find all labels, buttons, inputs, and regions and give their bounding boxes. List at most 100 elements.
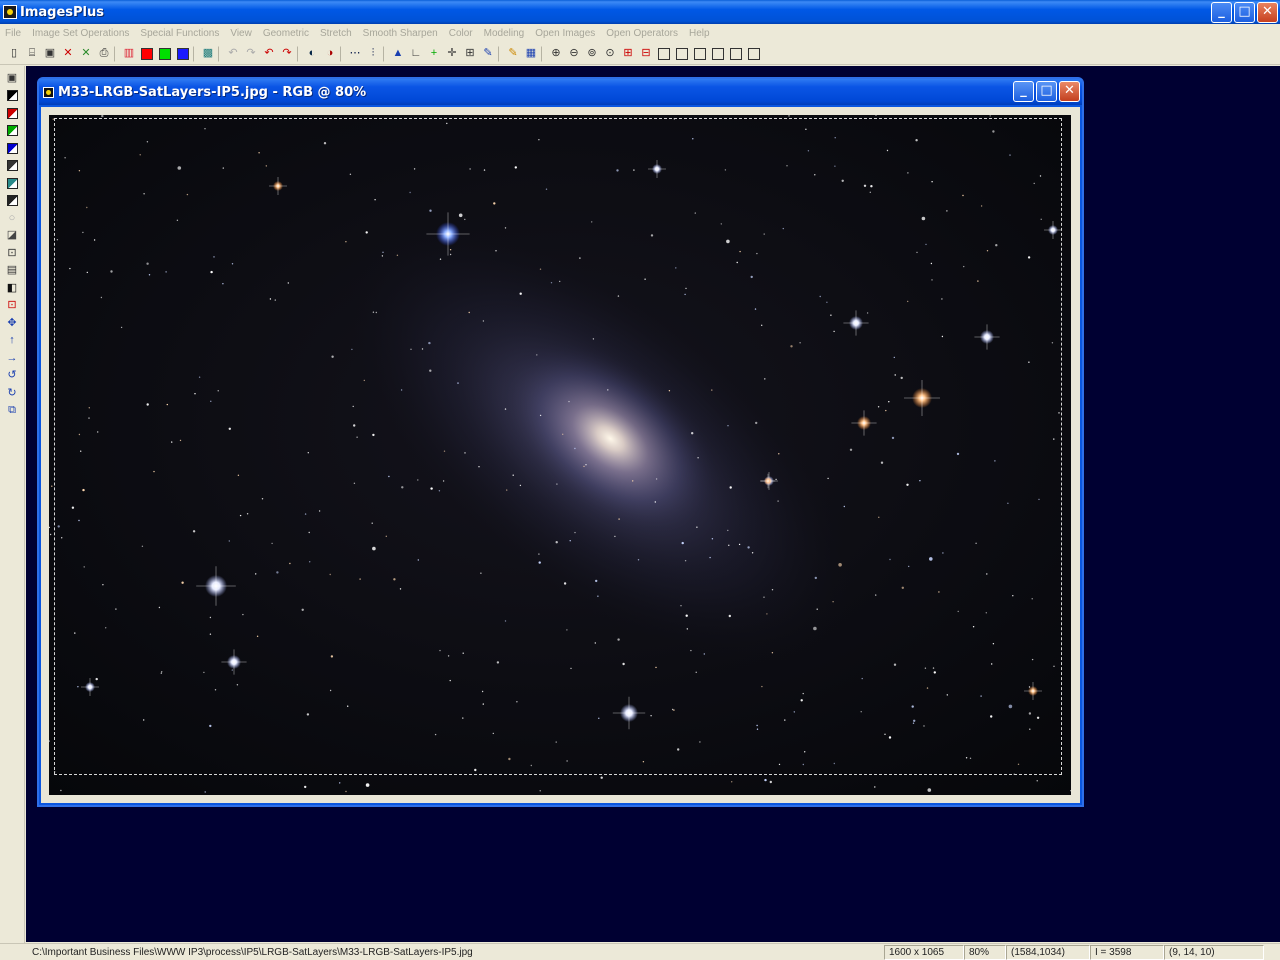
menu-help[interactable]: Help (689, 28, 710, 39)
measure-icon[interactable]: ∟ (408, 46, 424, 62)
green-swatch-icon[interactable] (5, 124, 19, 138)
status-intensity: I = 3598 (1090, 944, 1164, 960)
maximize-button[interactable]: □ (1234, 2, 1255, 23)
app-icon[interactable] (3, 5, 17, 19)
frame6-icon[interactable] (746, 46, 762, 62)
close-image-icon[interactable]: ✕ (60, 46, 76, 62)
close-button[interactable]: ✕ (1257, 2, 1278, 23)
mask-icon[interactable] (5, 194, 19, 208)
menu-geometric[interactable]: Geometric (263, 28, 309, 39)
status-file-path: C:\Important Business Files\WWW IP3\proc… (32, 946, 473, 958)
status-bar: C:\Important Business Files\WWW IP3\proc… (0, 943, 1280, 960)
move-cross-icon[interactable]: ✛ (444, 46, 460, 62)
frame3-icon[interactable] (692, 46, 708, 62)
open-icon[interactable]: ⌸ (24, 46, 40, 62)
histogram-icon[interactable]: ⫶ (365, 46, 381, 62)
red-channel-icon[interactable] (139, 46, 155, 62)
menu-view[interactable]: View (230, 28, 252, 39)
galaxy-image[interactable] (49, 115, 1071, 795)
app-title-bar[interactable]: ImagesPlus _ □ ✕ (0, 0, 1280, 24)
image-maximize-button[interactable]: □ (1036, 81, 1057, 102)
red-swatch-icon[interactable] (5, 106, 19, 120)
zoom-fit-icon[interactable]: ⊚ (584, 46, 600, 62)
image-window-icon[interactable] (43, 86, 54, 98)
menu-modeling[interactable]: Modeling (484, 28, 525, 39)
blue-swatch-icon[interactable] (5, 141, 19, 155)
toolbar-separator (498, 45, 502, 62)
menu-stretch[interactable]: Stretch (320, 28, 352, 39)
channels-icon[interactable]: ▥ (121, 46, 137, 62)
save-tool-icon[interactable]: ▣ (5, 71, 19, 85)
redo-red-icon[interactable]: ↷ (279, 46, 295, 62)
save-icon[interactable]: ▣ (42, 46, 58, 62)
light-icon[interactable]: ○ (5, 211, 19, 225)
toolbar-separator (218, 45, 222, 62)
zoom-actual-icon[interactable]: ⊙ (602, 46, 618, 62)
menu-smooth-sharpen[interactable]: Smooth Sharpen (363, 28, 438, 39)
half-icon[interactable]: ◧ (5, 281, 19, 295)
toolbar-separator (193, 45, 197, 62)
status-coordinates: (1584,1034) (1006, 944, 1090, 960)
print-icon[interactable]: ⎙ (96, 46, 112, 62)
paint-icon[interactable]: ✎ (480, 46, 496, 62)
zoom-out-icon[interactable]: ⊖ (566, 46, 582, 62)
gradient-icon[interactable]: ◪ (5, 229, 19, 243)
color-split-icon[interactable] (5, 176, 19, 190)
select-icon[interactable]: ⊡ (5, 299, 19, 313)
new-icon[interactable]: ▯ (6, 46, 22, 62)
menu-open-images[interactable]: Open Images (535, 28, 595, 39)
black-point-icon[interactable]: ◐ (304, 46, 320, 62)
galaxy-image-canvas[interactable] (49, 115, 1071, 795)
align-icon[interactable]: ▤ (5, 264, 19, 278)
star-icon[interactable]: ▲ (390, 46, 406, 62)
undo-red-icon[interactable]: ↶ (261, 46, 277, 62)
green-channel-icon[interactable] (157, 46, 173, 62)
image-window-title: M33-LRGB-SatLayers-IP5.jpg - RGB @ 80% (58, 84, 367, 100)
image-window[interactable]: M33-LRGB-SatLayers-IP5.jpg - RGB @ 80% _… (37, 77, 1084, 807)
frame1-icon[interactable] (656, 46, 672, 62)
plus-box-icon[interactable]: ⊞ (620, 46, 636, 62)
mosaic-icon[interactable]: ▦ (523, 46, 539, 62)
blue-channel-icon[interactable] (175, 46, 191, 62)
rotate-right-icon[interactable]: ↻ (5, 386, 19, 400)
image-window-title-bar[interactable]: M33-LRGB-SatLayers-IP5.jpg - RGB @ 80% _… (39, 79, 1082, 105)
menu-image-set-operations[interactable]: Image Set Operations (32, 28, 129, 39)
color-combine-icon[interactable] (5, 159, 19, 173)
image-minimize-button[interactable]: _ (1013, 81, 1034, 102)
line-profile-icon[interactable]: ⋯ (347, 46, 363, 62)
menu-special-functions[interactable]: Special Functions (140, 28, 219, 39)
app-window-controls: _ □ ✕ (1211, 2, 1278, 23)
right-arrow-icon[interactable]: → (5, 351, 19, 365)
pencil-icon[interactable]: ✎ (505, 46, 521, 62)
status-dimensions: 1600 x 1065 (884, 944, 964, 960)
minus-box-icon[interactable]: ⊟ (638, 46, 654, 62)
box-icon[interactable]: ⊡ (5, 246, 19, 260)
minimize-button[interactable]: _ (1211, 2, 1232, 23)
frame2-icon[interactable] (674, 46, 690, 62)
grid-icon[interactable]: ⊞ (462, 46, 478, 62)
image-close-button[interactable]: ✕ (1059, 81, 1080, 102)
up-arrow-icon[interactable]: ↑ (5, 334, 19, 348)
white-point-icon[interactable]: ◑ (322, 46, 338, 62)
menu-open-operators[interactable]: Open Operators (606, 28, 678, 39)
status-rgb: (9, 14, 10) (1164, 944, 1264, 960)
rotate-left-icon[interactable]: ↺ (5, 369, 19, 383)
toolbar-separator (114, 45, 118, 62)
image-info-icon[interactable]: ▩ (200, 46, 216, 62)
menu-color[interactable]: Color (449, 28, 473, 39)
image-window-controls: _ □ ✕ (1013, 81, 1080, 102)
close-all-icon[interactable]: ✕ (78, 46, 94, 62)
zoom-in-icon[interactable]: ⊕ (548, 46, 564, 62)
main-toolbar: ▯ ⌸ ▣ ✕ ✕ ⎙ ▥ ▩ ↶ ↷ ↶ ↷ ◐ ◑ ⋯ ⫶ ▲ ∟ + ✛ ⊞ ✎ ✎ ▦ ⊕ ⊖ ⊚ ⊙ ⊞ ⊟ (0, 43, 1280, 65)
move-icon[interactable]: ✥ (5, 316, 19, 330)
frame4-icon[interactable] (710, 46, 726, 62)
left-toolbar: ▣ ○ ◪ ⊡ ▤ ◧ ⊡ ✥ ↑ → ↺ ↻ ⧉ (0, 66, 25, 944)
frame5-icon[interactable] (728, 46, 744, 62)
flip-icon[interactable]: ⧉ (5, 404, 19, 418)
crosshair-icon[interactable]: + (426, 46, 442, 62)
black-swatch-icon[interactable] (5, 89, 19, 103)
redo-icon[interactable]: ↷ (243, 46, 259, 62)
undo-icon[interactable]: ↶ (225, 46, 241, 62)
status-zoom: 80% (964, 944, 1006, 960)
menu-file[interactable]: File (5, 28, 21, 39)
